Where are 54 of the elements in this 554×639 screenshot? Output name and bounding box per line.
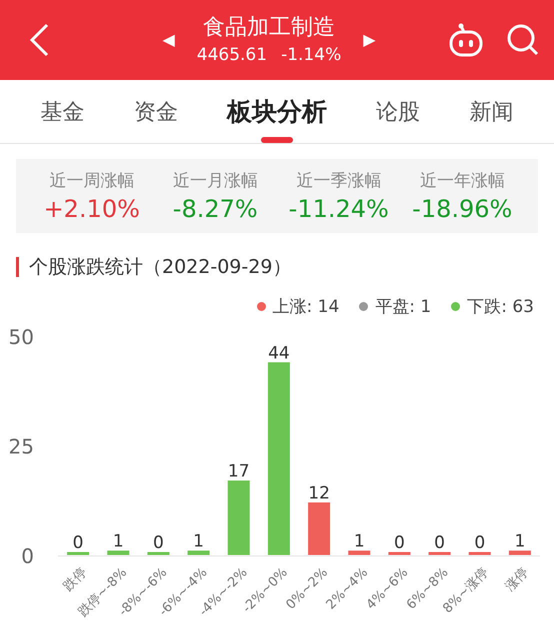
- bar: [388, 552, 410, 555]
- robot-icon[interactable]: [448, 23, 484, 57]
- stat-value: +2.10%: [44, 194, 140, 225]
- bar: [428, 552, 451, 555]
- bar-value-label: 1: [354, 532, 365, 552]
- search-icon[interactable]: [506, 23, 540, 57]
- active-tab-indicator: [260, 137, 293, 143]
- legend-label: 下跌: 63: [467, 296, 534, 318]
- bar-value-label: 44: [268, 343, 290, 364]
- bar: [348, 550, 370, 555]
- tab[interactable]: 论股: [370, 80, 426, 143]
- stat-value: -11.24%: [288, 194, 389, 225]
- y-axis-label: 0: [21, 544, 34, 568]
- bar: [188, 550, 210, 555]
- index-value: 4465.61: [196, 44, 268, 67]
- y-axis-label: 25: [8, 434, 34, 458]
- bar-value-label: 1: [514, 532, 526, 552]
- previous-button[interactable]: ◀: [162, 32, 175, 48]
- tab[interactable]: 板块分析: [220, 80, 333, 143]
- bar: [508, 550, 531, 555]
- bar-value-label: 0: [394, 533, 405, 553]
- bar-value-label: 1: [193, 532, 204, 552]
- stat-value: -18.96%: [412, 194, 512, 225]
- section-marker: [16, 257, 19, 277]
- bar-value-label: 0: [434, 533, 445, 553]
- section-title: 个股涨跌统计（2022-09-29）: [29, 255, 292, 280]
- index-change: -1.14%: [281, 44, 342, 67]
- sector-title: 食品加工制造: [202, 14, 335, 42]
- bar-value-label: 1: [112, 532, 124, 552]
- x-axis-label: 跌停: [60, 565, 90, 594]
- next-button[interactable]: ▶: [363, 32, 376, 48]
- stat-label: 近一季涨幅: [296, 170, 382, 193]
- tab[interactable]: 基金: [34, 80, 91, 143]
- bar: [147, 552, 170, 555]
- bar: [468, 552, 491, 555]
- bar-value-label: 17: [228, 462, 250, 482]
- stat-label: 近一月涨幅: [172, 170, 258, 193]
- bar-value-label: 0: [474, 533, 486, 553]
- stat-label: 近一年涨幅: [420, 170, 505, 193]
- tab[interactable]: 资金: [128, 80, 184, 143]
- bar: [308, 502, 330, 555]
- bar: [107, 550, 130, 555]
- back-icon[interactable]: [28, 23, 50, 57]
- legend-label: 上涨: 14: [272, 296, 340, 318]
- y-axis-label: 50: [8, 325, 34, 349]
- x-axis-label: 涨停: [502, 565, 532, 594]
- legend-label: 平盘: 1: [375, 296, 432, 318]
- tab[interactable]: 新闻: [463, 80, 520, 143]
- bar: [67, 552, 90, 555]
- stat-value: -8.27%: [172, 194, 258, 225]
- bar-value-label: 12: [308, 483, 330, 504]
- bar-value-label: 0: [153, 533, 164, 553]
- stat-label: 近一周涨幅: [49, 170, 134, 193]
- bar-value-label: 0: [72, 533, 84, 553]
